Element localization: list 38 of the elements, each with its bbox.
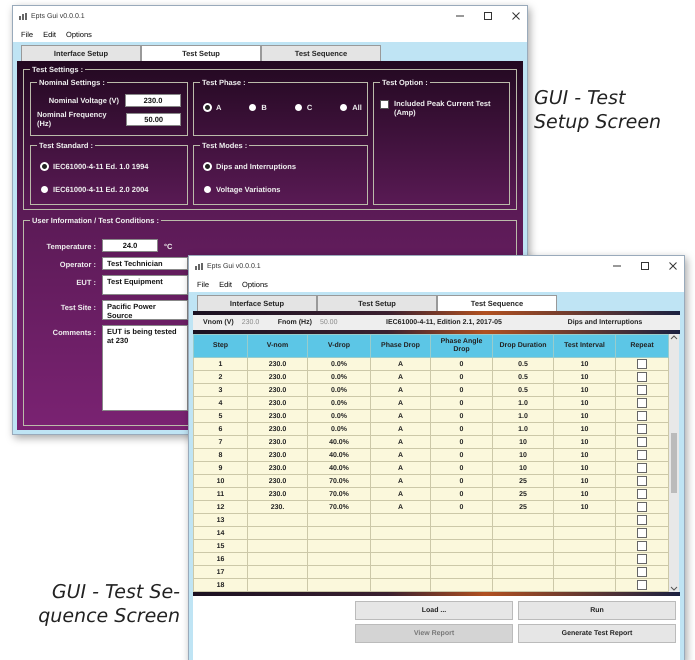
close-icon[interactable] (668, 261, 678, 271)
close-icon[interactable] (511, 11, 521, 21)
radio-button[interactable] (340, 104, 348, 111)
radio-button[interactable] (41, 186, 48, 193)
checkbox[interactable] (637, 502, 647, 512)
scroll-up-icon[interactable] (670, 334, 678, 340)
checkbox[interactable] (637, 385, 647, 395)
radio-button[interactable] (294, 104, 302, 111)
checkbox[interactable] (637, 437, 647, 447)
checkbox[interactable] (637, 463, 647, 473)
checkbox[interactable] (637, 411, 647, 421)
maximize-icon[interactable] (640, 261, 650, 271)
app-icon (19, 12, 27, 20)
checkbox[interactable] (637, 541, 647, 551)
checkbox[interactable] (637, 489, 647, 499)
checkbox[interactable] (637, 567, 647, 577)
checkbox[interactable] (637, 372, 647, 382)
scroll-down-icon[interactable] (670, 586, 678, 592)
checkbox[interactable] (637, 450, 647, 460)
checkbox[interactable] (637, 476, 647, 486)
scrollbar[interactable] (669, 334, 679, 592)
checkbox[interactable] (637, 359, 647, 369)
radio-button[interactable] (204, 163, 211, 170)
checkbox[interactable] (380, 100, 389, 109)
maximize-icon[interactable] (483, 11, 493, 21)
radio-button[interactable] (204, 104, 211, 111)
checkbox[interactable] (637, 398, 647, 408)
screen-caption: GUI - Test Setup Screen (534, 86, 662, 134)
checkbox[interactable] (637, 515, 647, 525)
checkbox[interactable] (637, 554, 647, 564)
radio-button[interactable] (204, 186, 211, 193)
radio-button[interactable] (41, 163, 48, 170)
checkbox[interactable] (637, 424, 647, 434)
app-icon (195, 262, 203, 270)
radio-button[interactable] (249, 104, 256, 111)
screen-caption: GUI - Test Se- quence Screen (38, 580, 180, 628)
checkbox[interactable] (637, 528, 647, 538)
checkbox[interactable] (637, 580, 647, 590)
